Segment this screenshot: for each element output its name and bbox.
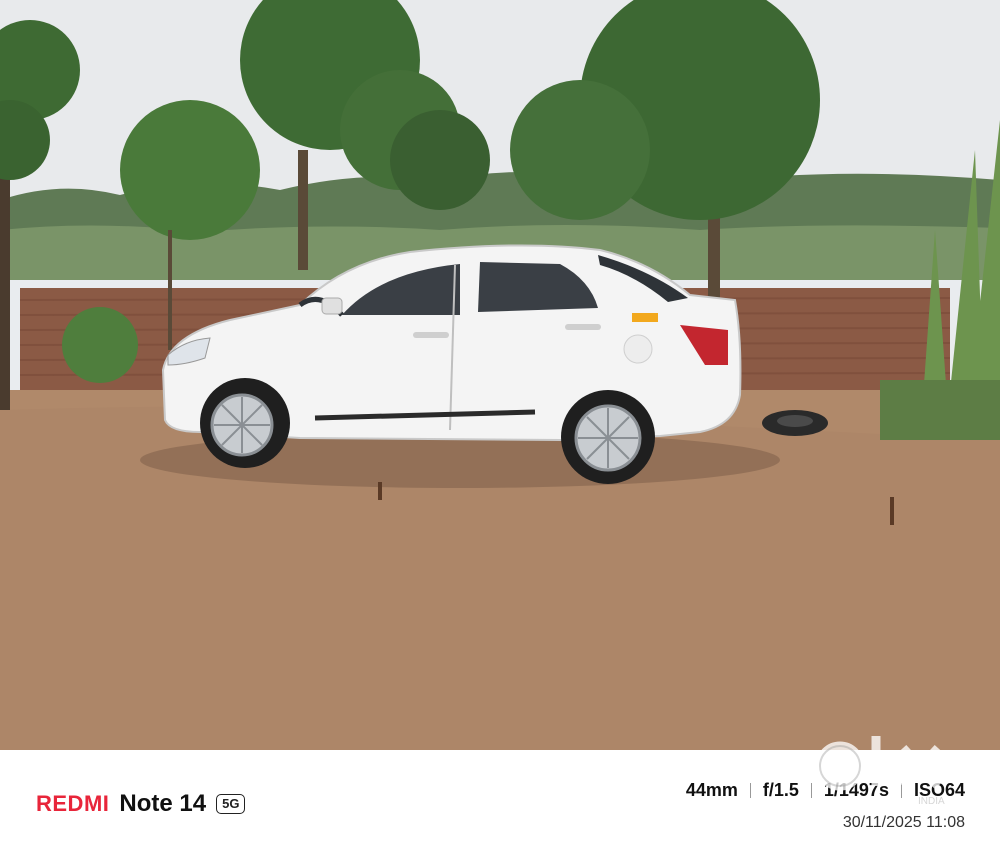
- olx-watermark-logo: INDIA: [815, 736, 945, 807]
- brand-logo-text: REDMI: [36, 791, 110, 816]
- network-badge: 5G: [216, 794, 246, 814]
- rear-door-handle: [565, 324, 601, 330]
- left-shrub: [62, 307, 138, 383]
- device-model: Note 14: [119, 790, 207, 817]
- front-door-handle: [413, 332, 449, 338]
- camera-brand: REDMI Note 14 5G: [36, 790, 246, 818]
- watermark-tag: INDIA: [918, 796, 945, 807]
- fuel-cap: [623, 334, 653, 364]
- stake: [378, 482, 382, 500]
- sticker: [632, 313, 658, 322]
- side-mirror: [321, 297, 343, 315]
- photo-scene: [0, 0, 1000, 750]
- sapling-foliage: [120, 100, 260, 240]
- stake: [890, 497, 894, 525]
- divider: [749, 783, 751, 798]
- center-tree-trunk: [298, 150, 308, 270]
- photo: [0, 0, 1000, 750]
- aperture: f/1.5: [762, 780, 799, 800]
- focal-length: 44mm: [685, 780, 738, 800]
- capture-datetime: 30/11/2025 11:08: [842, 814, 965, 831]
